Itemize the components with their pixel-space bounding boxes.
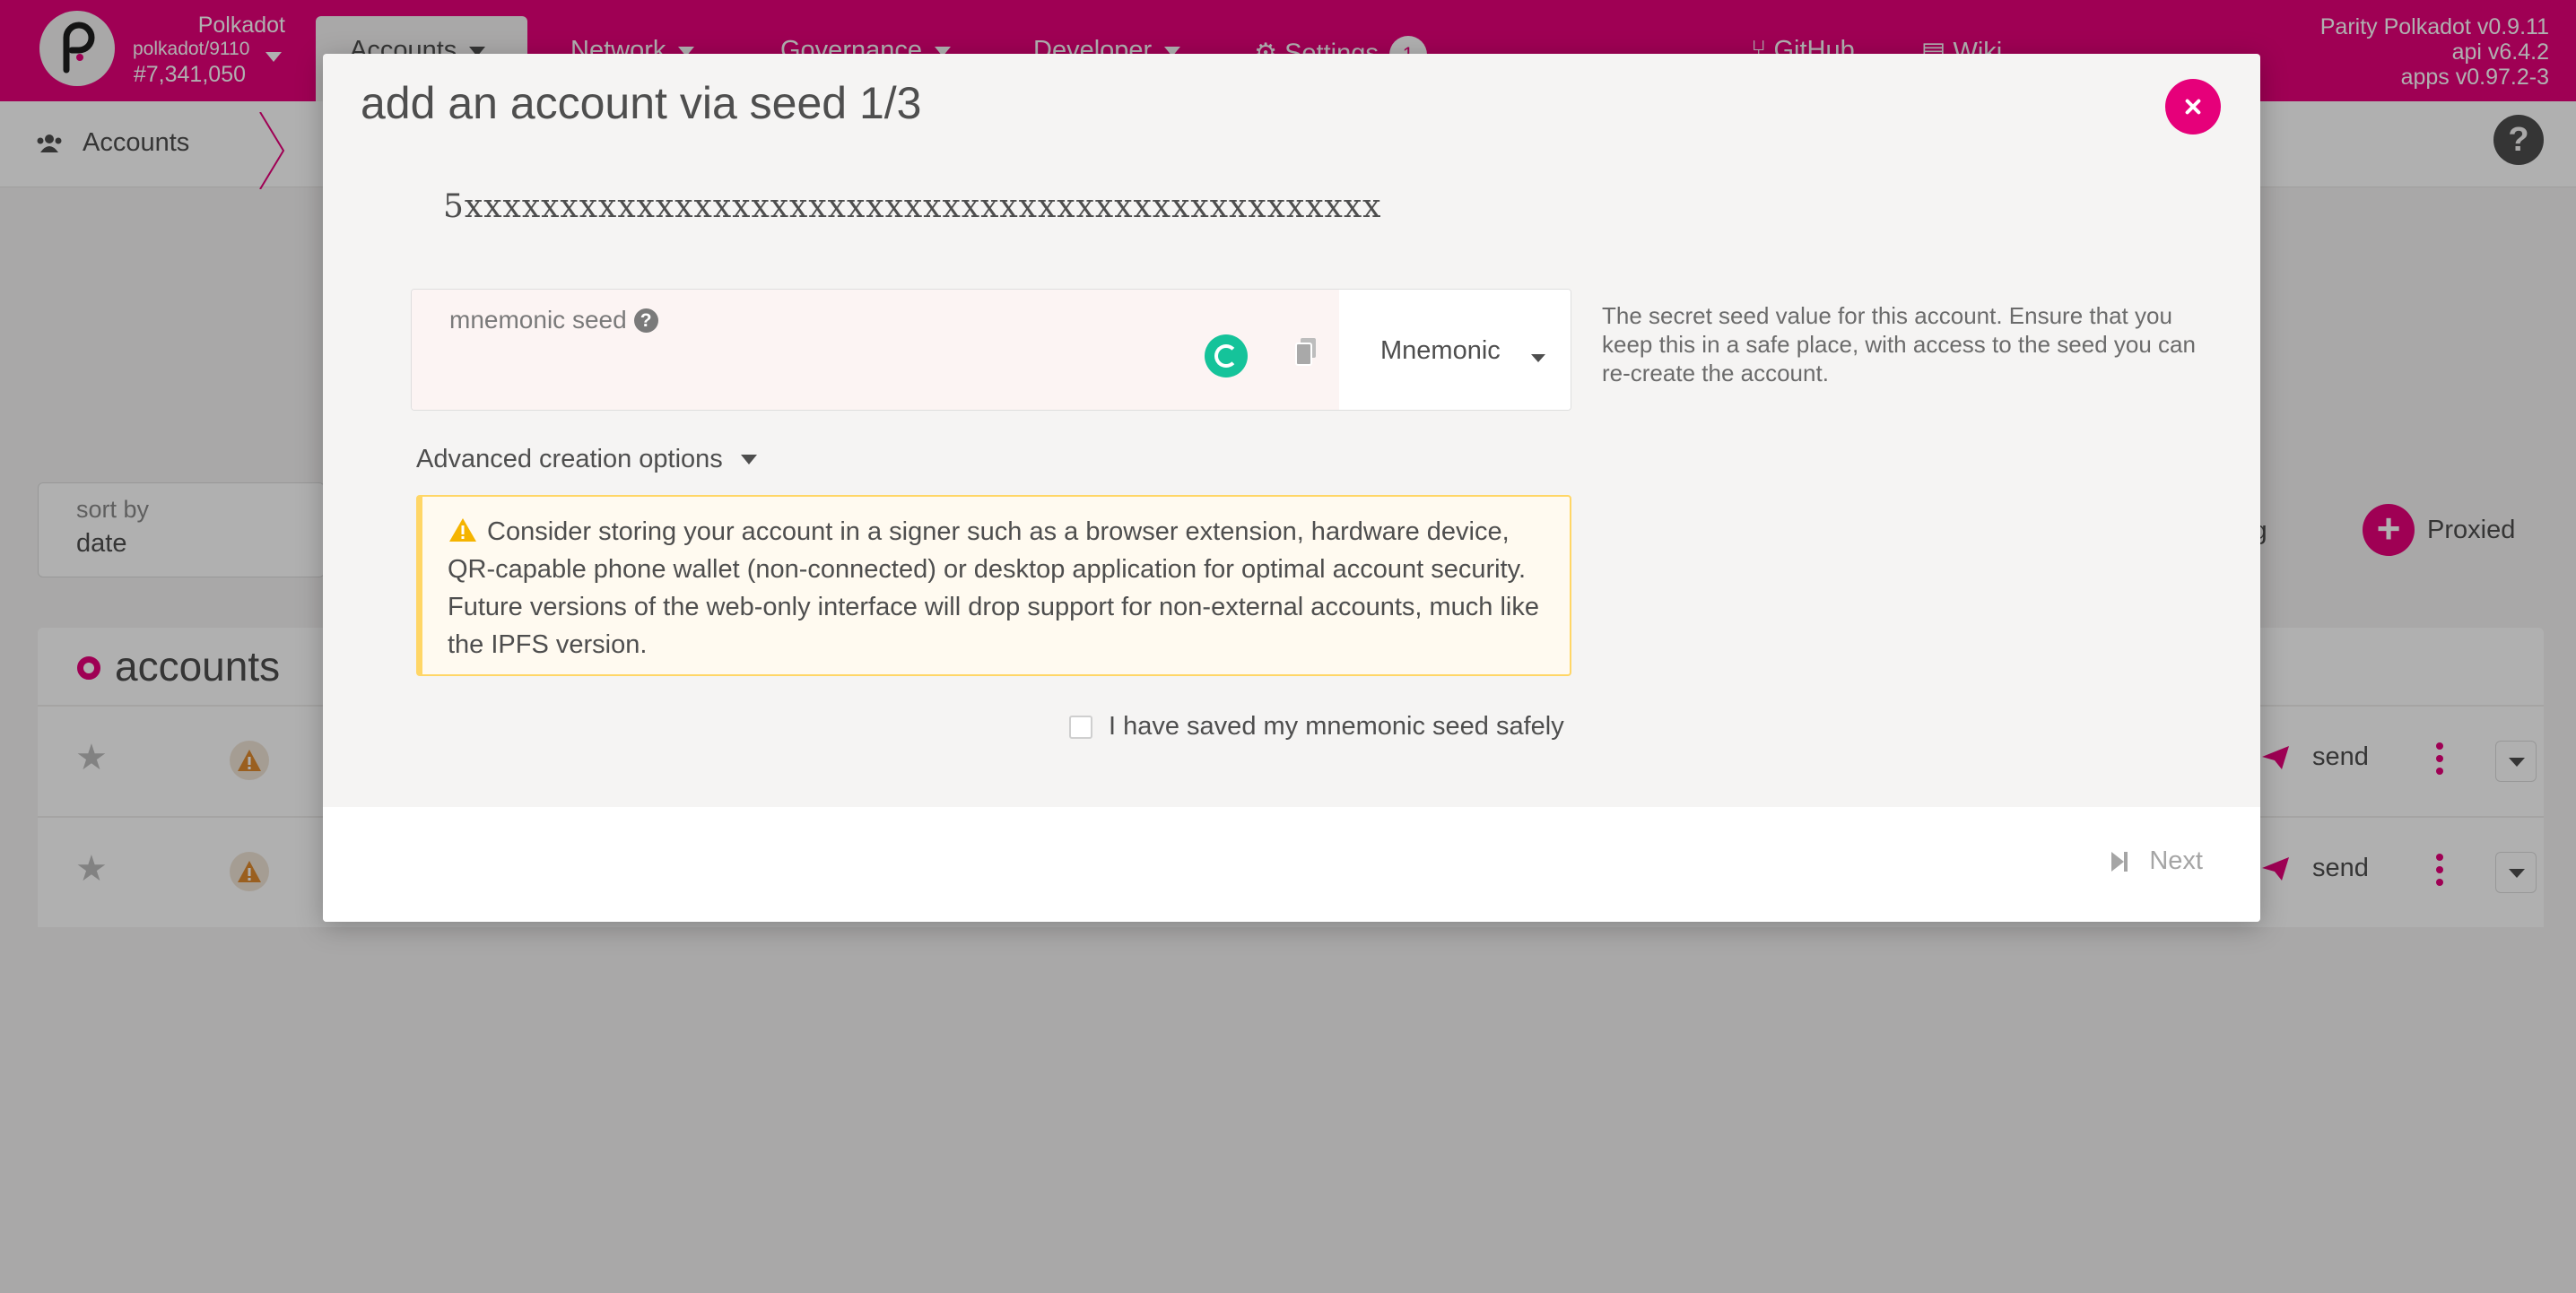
chevron-down-icon bbox=[1531, 354, 1545, 362]
signer-warning: Consider storing your account in a signe… bbox=[416, 495, 1571, 676]
account-address: 5xxxxxxxxxxxxxxxxxxxxxxxxxxxxxxxxxxxxxxx… bbox=[443, 188, 1382, 225]
question-circle-icon[interactable]: ? bbox=[633, 308, 658, 333]
step-forward-icon bbox=[2111, 851, 2128, 872]
signer-warning-text: Consider storing your account in a signe… bbox=[448, 517, 1539, 659]
modal-footer: Next bbox=[323, 807, 2260, 922]
mnemonic-seed-field: mnemonic seed ? Mnemonic bbox=[411, 289, 1571, 411]
modal-title: add an account via seed 1/3 bbox=[361, 78, 922, 128]
add-account-modal: add an account via seed 1/3 5xxxxxxxxxxx… bbox=[323, 54, 2260, 922]
seed-help-text: The secret seed value for this account. … bbox=[1602, 302, 2196, 386]
grammarly-icon[interactable] bbox=[1205, 334, 1248, 377]
mnemonic-seed-label-text: mnemonic seed bbox=[449, 306, 627, 334]
next-label: Next bbox=[2149, 846, 2203, 875]
mnemonic-seed-label: mnemonic seed ? bbox=[449, 306, 1301, 334]
warning-icon bbox=[449, 518, 476, 542]
seed-type-value: Mnemonic bbox=[1380, 335, 1501, 365]
copy-icon[interactable] bbox=[1294, 336, 1318, 367]
checkbox[interactable] bbox=[1069, 715, 1092, 739]
saved-seed-checkbox[interactable]: I have saved my mnemonic seed safely bbox=[1069, 712, 1564, 742]
advanced-options-toggle[interactable]: Advanced creation options bbox=[416, 445, 757, 474]
seed-type-dropdown[interactable]: Mnemonic bbox=[1339, 290, 1571, 410]
chevron-down-icon bbox=[740, 455, 757, 464]
mnemonic-seed-input[interactable]: mnemonic seed ? bbox=[412, 290, 1339, 410]
close-icon[interactable] bbox=[2165, 79, 2221, 135]
saved-seed-label: I have saved my mnemonic seed safely bbox=[1109, 712, 1564, 741]
advanced-options-label: Advanced creation options bbox=[416, 445, 723, 473]
next-button[interactable]: Next bbox=[2110, 846, 2203, 876]
